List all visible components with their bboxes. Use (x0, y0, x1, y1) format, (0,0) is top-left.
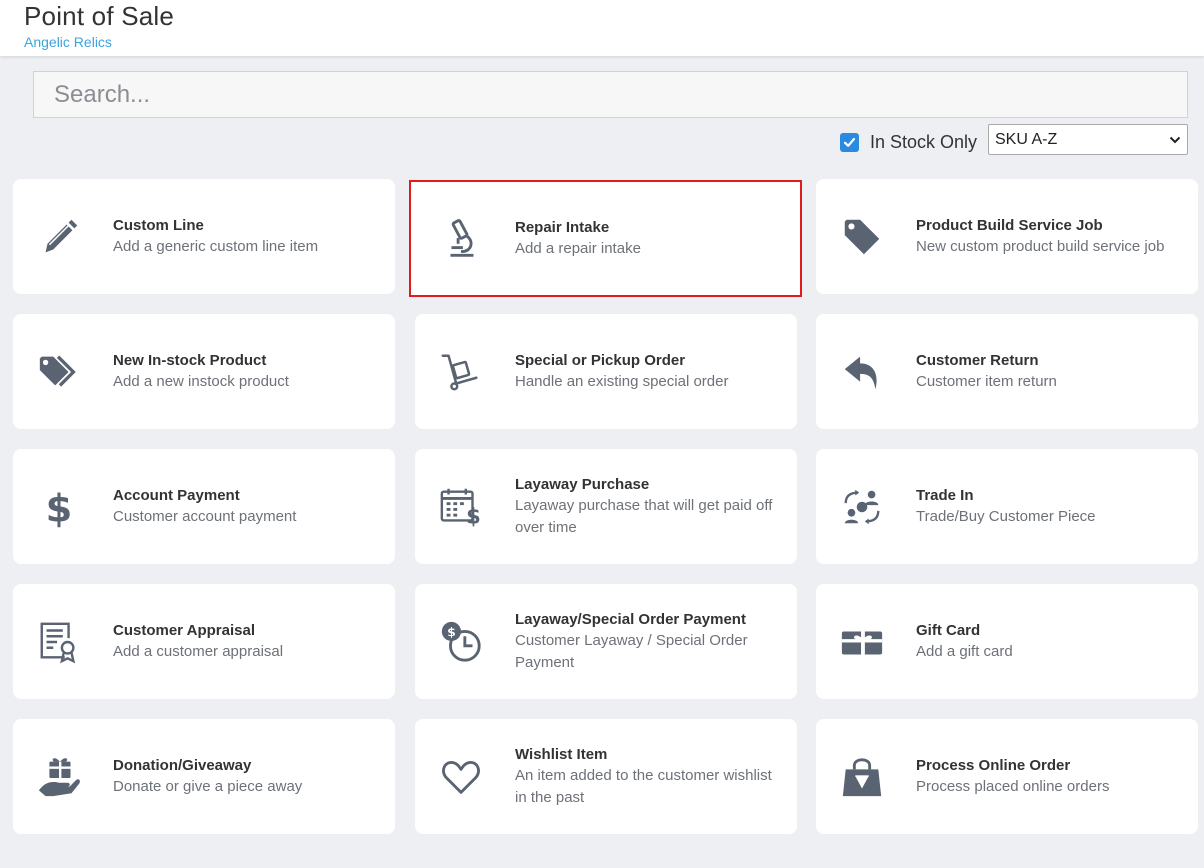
trade-exchange-icon (838, 483, 886, 531)
action-card-title: Gift Card (916, 621, 981, 639)
action-card-title: Account Payment (113, 486, 240, 504)
gift-card-icon (838, 618, 886, 666)
action-card-title: New In-stock Product (113, 351, 267, 369)
action-card-trade-in[interactable]: Trade In Trade/Buy Customer Piece (816, 449, 1198, 564)
action-card-layaway-special-order-payment[interactable]: $ Layaway/Special Order Payment Customer L… (415, 584, 797, 699)
action-card-product-build-service-job[interactable]: Product Build Service Job New custom prod… (816, 179, 1198, 294)
action-card-text: Repair Intake Add a repair intake (515, 218, 787, 260)
in-stock-checkbox[interactable] (840, 132, 859, 152)
action-card-customer-appraisal[interactable]: Customer Appraisal Add a customer apprais… (13, 584, 395, 699)
action-card-text: Product Build Service Job New custom prod… (916, 216, 1184, 258)
action-card-text: New In-stock Product Add a new instock pr… (113, 351, 381, 393)
action-card-description: Customer account payment (113, 507, 297, 525)
action-card-text: Custom Line Add a generic custom line ite… (113, 216, 381, 258)
action-card-text: Wishlist Item An item added to the custom… (515, 745, 783, 809)
action-card-description: New custom product build service job (916, 237, 1165, 255)
action-card-description: Handle an existing special order (515, 372, 729, 390)
shopping-bag-icon (838, 753, 886, 801)
action-card-title: Special or Pickup Order (515, 351, 686, 369)
reply-icon (838, 348, 886, 396)
search-input[interactable] (33, 71, 1188, 118)
action-card-title: Custom Line (113, 216, 204, 234)
action-card-description: An item added to the customer wishlist i… (515, 766, 772, 806)
action-card-text: Layaway/Special Order Payment Customer La… (515, 610, 783, 674)
action-card-title: Customer Return (916, 351, 1039, 369)
chevron-down-icon (1169, 136, 1181, 143)
action-card-title: Layaway/Special Order Payment (515, 610, 746, 628)
in-stock-only-toggle[interactable]: In Stock Only (840, 128, 977, 156)
action-card-description: Process placed online orders (916, 777, 1110, 795)
certificate-icon (35, 618, 83, 666)
action-card-new-in-stock-product[interactable]: New In-stock Product Add a new instock pr… (13, 314, 395, 429)
action-card-description: Layaway purchase that will get paid off … (515, 496, 773, 536)
action-card-text: Donation/Giveaway Donate or give a piece … (113, 756, 381, 798)
action-card-text: Gift Card Add a gift card (916, 621, 1184, 663)
action-card-process-online-order[interactable]: Process Online Order Process placed onlin… (816, 719, 1198, 834)
svg-text:$: $ (447, 624, 456, 639)
action-card-repair-intake[interactable]: Repair Intake Add a repair intake (409, 180, 802, 297)
tags-icon (35, 348, 83, 396)
action-card-title: Wishlist Item (515, 745, 608, 763)
action-card-title: Layaway Purchase (515, 475, 650, 493)
svg-text:$: $ (46, 486, 73, 530)
action-card-text: Special or Pickup Order Handle an existin… (515, 351, 783, 393)
svg-text:$: $ (466, 503, 481, 528)
page-header: Point of Sale Angelic Relics (0, 0, 1204, 56)
action-card-text: Trade In Trade/Buy Customer Piece (916, 486, 1184, 528)
action-card-wishlist-item[interactable]: Wishlist Item An item added to the custom… (415, 719, 797, 834)
page-title: Point of Sale (24, 1, 175, 31)
action-card-description: Add a generic custom line item (113, 237, 319, 255)
action-card-description: Add a customer appraisal (113, 642, 284, 660)
action-card-special-or-pickup-order[interactable]: Special or Pickup Order Handle an existin… (415, 314, 797, 429)
coin-clock-icon: $ (437, 618, 485, 666)
action-card-account-payment[interactable]: $ Account Payment Customer account payment (13, 449, 395, 564)
action-card-title: Customer Appraisal (113, 621, 255, 639)
action-card-customer-return[interactable]: Customer Return Customer item return (816, 314, 1198, 429)
action-card-text: Layaway Purchase Layaway purchase that wi… (515, 475, 783, 539)
action-card-title: Trade In (916, 486, 974, 504)
hand-truck-icon (437, 348, 485, 396)
action-card-custom-line[interactable]: Custom Line Add a generic custom line ite… (13, 179, 395, 294)
action-card-title: Product Build Service Job (916, 216, 1103, 234)
action-card-description: Add a gift card (916, 642, 1013, 660)
action-card-layaway-purchase[interactable]: $ Layaway Purchase Layaway purchase that w… (415, 449, 797, 564)
action-card-text: Customer Appraisal Add a customer apprais… (113, 621, 381, 663)
microscope-icon (437, 215, 485, 263)
calendar-dollar-icon: $ (437, 483, 485, 531)
action-card-description: Customer Layaway / Special Order Payment (515, 631, 748, 671)
hand-gift-icon (35, 753, 83, 801)
action-card-gift-card[interactable]: Gift Card Add a gift card (816, 584, 1198, 699)
action-card-description: Donate or give a piece away (113, 777, 303, 795)
tag-icon (838, 213, 886, 261)
action-card-text: Customer Return Customer item return (916, 351, 1184, 393)
in-stock-label: In Stock Only (870, 131, 978, 152)
dollar-icon: $ (35, 483, 83, 531)
action-card-text: Process Online Order Process placed onlin… (916, 756, 1184, 798)
sort-select[interactable]: SKU A-Z (988, 124, 1188, 155)
check-icon (843, 137, 856, 147)
action-card-description: Add a repair intake (515, 239, 641, 257)
action-card-title: Donation/Giveaway (113, 756, 252, 774)
heart-icon (437, 753, 485, 801)
sort-select-value: SKU A-Z (995, 130, 1058, 148)
store-name: Angelic Relics (24, 34, 112, 50)
action-card-description: Add a new instock product (113, 372, 289, 390)
action-card-description: Customer item return (916, 372, 1057, 390)
pencil-icon (35, 213, 83, 261)
action-card-title: Process Online Order (916, 756, 1071, 774)
action-card-text: Account Payment Customer account payment (113, 486, 381, 528)
action-card-title: Repair Intake (515, 218, 610, 236)
action-card-description: Trade/Buy Customer Piece (916, 507, 1096, 525)
action-card-donation-giveaway[interactable]: Donation/Giveaway Donate or give a piece … (13, 719, 395, 834)
